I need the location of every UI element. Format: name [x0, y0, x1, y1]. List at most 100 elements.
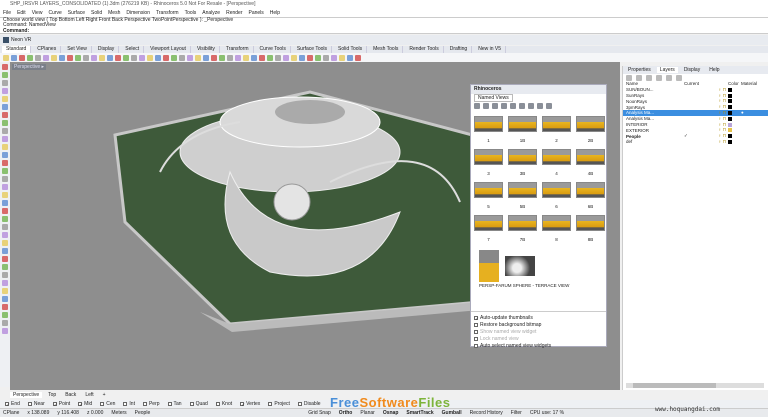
- menu-item-view[interactable]: View: [32, 10, 43, 16]
- view-thumbnail[interactable]: [508, 116, 537, 132]
- tab-render-tools[interactable]: Render Tools: [405, 46, 444, 53]
- tool-icon[interactable]: [99, 54, 105, 61]
- menu-item-help[interactable]: Help: [270, 10, 280, 16]
- named-view-tool-icon[interactable]: [474, 102, 480, 109]
- layer-color-swatch[interactable]: [728, 128, 732, 133]
- tool-icon[interactable]: [43, 54, 49, 61]
- tool-icon[interactable]: [259, 54, 265, 61]
- tab-display[interactable]: Display: [681, 67, 703, 73]
- tool-icon[interactable]: [67, 54, 73, 61]
- tool-icon[interactable]: [147, 54, 153, 61]
- view-thumbnail[interactable]: [542, 116, 571, 132]
- tool-icon[interactable]: [51, 54, 57, 61]
- tool-icon[interactable]: [2, 136, 8, 142]
- named-view-tool-icon[interactable]: [546, 102, 552, 109]
- tool-icon[interactable]: [171, 54, 177, 61]
- checkbox[interactable]: ✓: [5, 402, 9, 407]
- move-down-icon[interactable]: [666, 74, 672, 81]
- current-marker[interactable]: ✓: [684, 133, 718, 139]
- menu-item-analyze[interactable]: Analyze: [202, 10, 220, 16]
- tool-icon[interactable]: [2, 304, 8, 310]
- status-12[interactable]: Record History: [470, 410, 503, 416]
- tool-icon[interactable]: [2, 280, 8, 286]
- tool-icon[interactable]: [2, 224, 8, 230]
- tool-icon[interactable]: [291, 54, 297, 61]
- tool-icon[interactable]: [2, 200, 8, 206]
- menu-item-panels[interactable]: Panels: [249, 10, 264, 16]
- filter-icon[interactable]: [676, 74, 682, 81]
- menu-item-dimension[interactable]: Dimension: [126, 10, 150, 16]
- tool-icon[interactable]: [347, 54, 353, 61]
- tab-solid-tools[interactable]: Solid Tools: [334, 46, 368, 53]
- tool-icon[interactable]: [2, 112, 8, 118]
- neon-icon[interactable]: [3, 37, 9, 43]
- tool-icon[interactable]: [2, 216, 8, 222]
- tool-icon[interactable]: [115, 54, 121, 61]
- layer-color-swatch[interactable]: [728, 139, 732, 144]
- menu-item-solid[interactable]: Solid: [91, 10, 102, 16]
- tool-icon[interactable]: [35, 54, 41, 61]
- tool-icon[interactable]: [2, 104, 8, 110]
- command-prompt[interactable]: Command:: [3, 28, 768, 34]
- tool-icon[interactable]: [2, 144, 8, 150]
- osnap-mid[interactable]: ✓ Mid: [75, 401, 92, 408]
- tab-help[interactable]: Help: [706, 67, 722, 73]
- tool-icon[interactable]: [155, 54, 161, 61]
- checkbox[interactable]: [167, 402, 172, 406]
- checkbox[interactable]: [474, 343, 478, 348]
- tool-icon[interactable]: [2, 232, 8, 238]
- status-11[interactable]: Gumball: [442, 410, 462, 416]
- tool-icon[interactable]: [2, 256, 8, 262]
- view-thumbnail[interactable]: [542, 149, 571, 165]
- tool-icon[interactable]: [59, 54, 65, 61]
- view-thumbnail[interactable]: [576, 182, 605, 198]
- named-view-tool-icon[interactable]: [519, 102, 525, 109]
- checkbox[interactable]: [474, 322, 478, 327]
- tool-icon[interactable]: [2, 248, 8, 254]
- tool-icon[interactable]: [2, 264, 8, 270]
- status-13[interactable]: Filter: [511, 410, 522, 416]
- menu-item-file[interactable]: File: [3, 10, 11, 16]
- checkbox[interactable]: ✓: [240, 402, 244, 407]
- checkbox[interactable]: [100, 402, 105, 406]
- layer-color-swatch[interactable]: [728, 93, 732, 98]
- tool-icon[interactable]: [123, 54, 129, 61]
- view-thumbnail[interactable]: [508, 182, 537, 198]
- thumbnail-terrace[interactable]: [479, 250, 499, 282]
- tool-icon[interactable]: [107, 54, 113, 61]
- menu-item-curve[interactable]: Curve: [48, 10, 61, 16]
- tab-transform[interactable]: Transform: [222, 46, 254, 53]
- tab-layers[interactable]: Layers: [656, 67, 678, 73]
- osnap-vertex[interactable]: ✓ Vertex: [237, 401, 260, 408]
- tool-icon[interactable]: [3, 54, 9, 61]
- view-thumbnail[interactable]: [474, 182, 503, 198]
- tool-icon[interactable]: [243, 54, 249, 61]
- tool-icon[interactable]: [2, 328, 8, 334]
- view-thumbnail[interactable]: [576, 149, 605, 165]
- tab-cplanes[interactable]: CPlanes: [33, 46, 62, 53]
- tool-icon[interactable]: [91, 54, 97, 61]
- view-thumbnail[interactable]: [474, 215, 503, 231]
- tab-properties[interactable]: Properties: [625, 67, 654, 73]
- tool-icon[interactable]: [2, 72, 8, 78]
- tab-select[interactable]: Select: [121, 46, 145, 53]
- osnap-perp[interactable]: Perp: [140, 401, 160, 408]
- tool-icon[interactable]: [219, 54, 225, 61]
- tool-icon[interactable]: [2, 88, 8, 94]
- tool-icon[interactable]: [131, 54, 137, 61]
- status-7[interactable]: Ortho: [339, 410, 353, 416]
- status-14[interactable]: CPU use: 17 %: [530, 410, 564, 416]
- checkbox[interactable]: [123, 402, 128, 406]
- menu-item-surface[interactable]: Surface: [68, 10, 85, 16]
- tool-icon[interactable]: [315, 54, 321, 61]
- osnap-tan[interactable]: Tan: [165, 401, 182, 408]
- tool-icon[interactable]: [163, 54, 169, 61]
- tab-viewport-layout[interactable]: Viewport Layout: [146, 46, 191, 53]
- viewport-tab-top[interactable]: Top: [45, 392, 59, 398]
- tool-icon[interactable]: [2, 272, 8, 278]
- osnap-project[interactable]: Project: [265, 401, 290, 408]
- layer-color-swatch[interactable]: [728, 110, 732, 115]
- tool-icon[interactable]: [179, 54, 185, 61]
- tool-icon[interactable]: [2, 120, 8, 126]
- tool-icon[interactable]: [195, 54, 201, 61]
